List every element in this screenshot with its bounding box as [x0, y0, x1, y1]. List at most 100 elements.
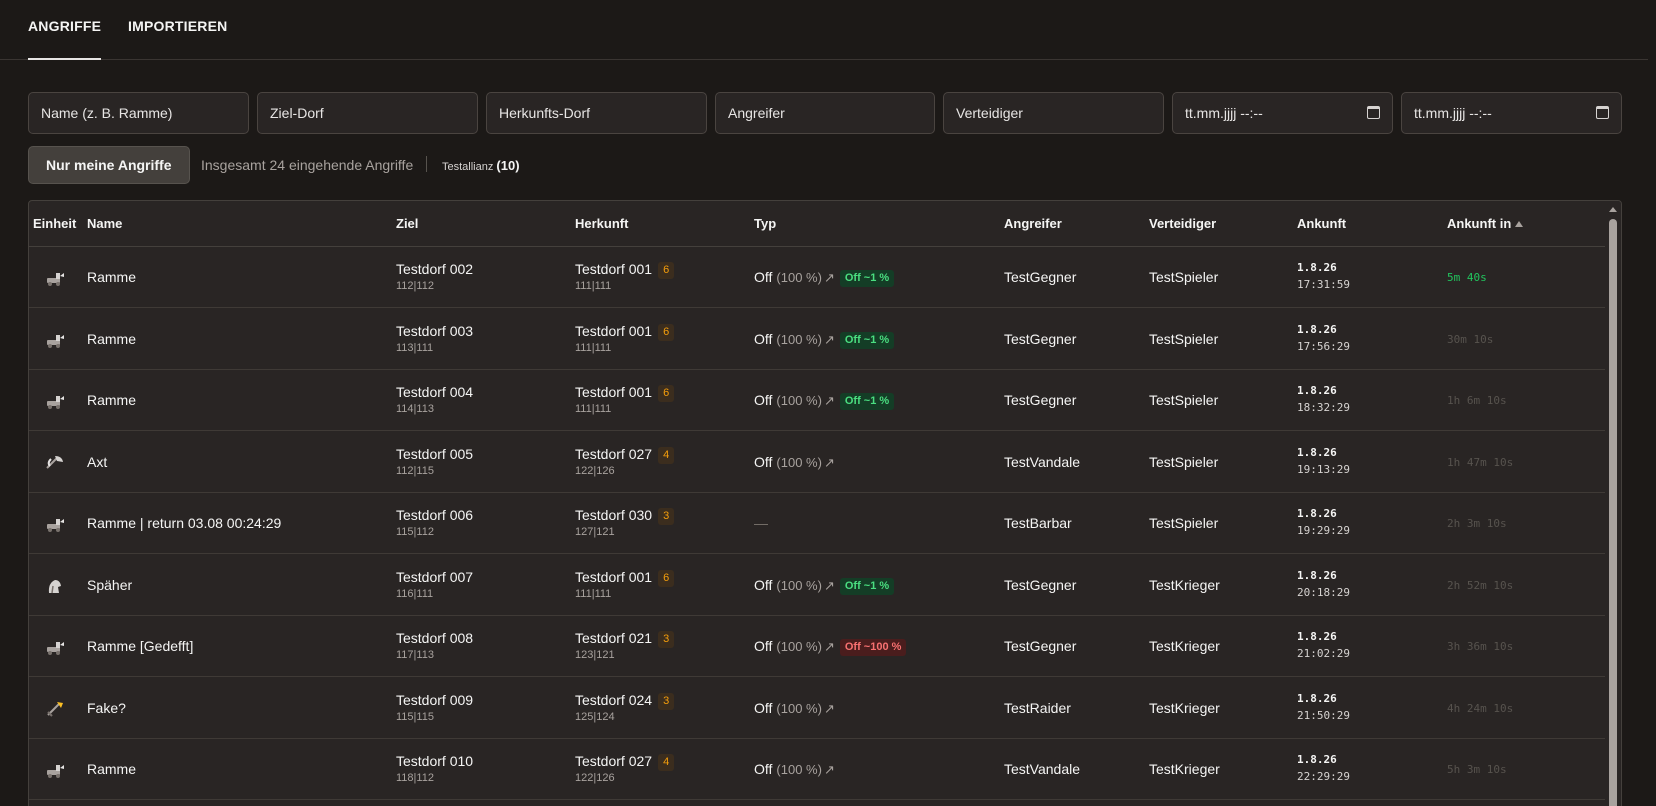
origin-village[interactable]: Testdorf 001 6 [575, 568, 675, 587]
filter-bar: Name (z. B. Ramme) Ziel-Dorf Herkunfts-D… [28, 92, 1622, 134]
col-target[interactable]: Ziel [396, 216, 418, 231]
table-row[interactable]: Ramme | return 03.08 00:24:29 Testdorf 00… [29, 493, 1605, 554]
target-coord: 114|113 [396, 403, 434, 415]
date-to-input[interactable]: tt.mm.jjjj --:-- [1401, 92, 1622, 134]
origin-village-filter-input[interactable]: Herkunfts-Dorf [486, 92, 707, 134]
external-link-icon[interactable]: ↗ [824, 393, 835, 408]
col-type[interactable]: Typ [754, 216, 776, 231]
external-link-icon[interactable]: ↗ [824, 578, 835, 593]
table-row[interactable]: Ramme Testdorf 004 114|113 Testdorf 001 6 111… [29, 370, 1605, 431]
arrival-countdown: 2h 52m 10s [1447, 578, 1514, 592]
table-scrollbar[interactable] [1605, 201, 1621, 806]
toolbar: Nur meine Angriffe Insgesamt 24 eingehen… [28, 146, 828, 184]
type-label: — [754, 515, 768, 531]
target-village[interactable]: Testdorf 010 [396, 753, 473, 769]
name-filter-input[interactable]: Name (z. B. Ramme) [28, 92, 249, 134]
target-village[interactable]: Testdorf 008 [396, 630, 473, 646]
target-village[interactable]: Testdorf 007 [396, 569, 473, 585]
table-row[interactable]: Axt Testdorf 005 112|115 Testdorf 027 4 122|1… [29, 432, 1605, 493]
attacker-name[interactable]: TestVandale [1004, 761, 1080, 777]
scroll-up-icon[interactable] [1609, 207, 1617, 212]
target-village[interactable]: Testdorf 002 [396, 261, 473, 277]
tab-attacks[interactable]: ANGRIFFE [28, 18, 102, 60]
attack-name: Späher [87, 576, 133, 593]
arrival-date: 1.8.26 [1297, 384, 1337, 397]
origin-coord: 127|121 [575, 526, 615, 538]
defender-name[interactable]: TestKrieger [1149, 577, 1220, 593]
arrival-countdown: 1h 6m 10s [1447, 394, 1507, 407]
table-row[interactable]: Ramme Testdorf 010 118|112 Testdorf 027 4 122… [29, 739, 1605, 800]
origin-village[interactable]: Testdorf 027 4 [575, 446, 675, 464]
col-arrival[interactable]: Ankunft [1297, 216, 1346, 231]
tab-import[interactable]: IMPORTIEREN [128, 18, 227, 34]
attacker-name[interactable]: TestGegner [1004, 577, 1076, 593]
origin-village-name: Testdorf 001 [575, 568, 653, 585]
origin-village[interactable]: Testdorf 027 4 [575, 753, 675, 771]
defender-name[interactable]: TestSpieler [1149, 454, 1218, 470]
type-label: Off [754, 761, 773, 777]
origin-village[interactable]: Testdorf 021 3 [575, 630, 675, 648]
arrival-time: 22:29:29 [1297, 770, 1350, 783]
attacker-name[interactable]: TestRaider [1004, 700, 1071, 716]
table-row[interactable]: Ramme Testdorf 003 113|111 Testdorf 001 6 111… [29, 309, 1605, 370]
col-attacker[interactable]: Angreifer [1004, 216, 1062, 231]
alliance-info: Testallianz (10) [442, 158, 520, 173]
origin-village[interactable]: Testdorf 001 6 [575, 261, 675, 279]
table-row[interactable]: Späher Testdorf 007 116|111 Testdorf 001 6 11… [29, 555, 1605, 616]
attacker-name[interactable]: TestGegner [1004, 331, 1076, 347]
axe-icon [44, 454, 66, 472]
my-attacks-button[interactable]: Nur meine Angriffe [28, 146, 190, 184]
external-link-icon[interactable]: ↗ [824, 762, 835, 777]
col-unit[interactable]: Einheit [33, 216, 76, 231]
target-village-filter-input[interactable]: Ziel-Dorf [257, 92, 478, 134]
table-row[interactable]: Ramme Testdorf 002 112|112 Testdorf 001 6 111… [29, 247, 1605, 308]
arrival-countdown: 30m 10s [1447, 332, 1494, 346]
col-name[interactable]: Name [87, 216, 122, 231]
target-village[interactable]: Testdorf 003 [396, 323, 473, 339]
attacker-name[interactable]: TestGegner [1004, 269, 1076, 285]
target-coord: 115|115 [396, 710, 434, 723]
origin-village[interactable]: Testdorf 030 3 [575, 507, 675, 525]
defender-name[interactable]: TestSpieler [1149, 331, 1218, 347]
defender-name[interactable]: TestSpieler [1149, 515, 1218, 531]
defender-filter-input[interactable]: Verteidiger [943, 92, 1164, 134]
attacker-name[interactable]: TestVandale [1004, 454, 1080, 470]
target-village[interactable]: Testdorf 005 [396, 446, 473, 462]
defender-name[interactable]: TestSpieler [1149, 269, 1218, 285]
col-defender[interactable]: Verteidiger [1149, 216, 1216, 231]
attacker-name[interactable]: TestGegner [1004, 638, 1076, 654]
origin-coord: 111|111 [575, 587, 612, 600]
calendar-icon[interactable] [1367, 106, 1380, 119]
page-scrollbar[interactable] [1648, 0, 1656, 806]
external-link-icon[interactable]: ↗ [824, 455, 835, 470]
scroll-thumb[interactable] [1609, 219, 1617, 806]
external-link-icon[interactable]: ↗ [824, 701, 835, 716]
attacker-name[interactable]: TestGegner [1004, 392, 1076, 408]
arrival-countdown: 1h 47m 10s [1447, 455, 1514, 469]
external-link-icon[interactable]: ↗ [824, 332, 835, 347]
date-to-placeholder: tt.mm.jjjj --:-- [1414, 105, 1492, 121]
defender-name[interactable]: TestKrieger [1149, 638, 1220, 654]
target-coord: 117|113 [396, 649, 434, 661]
date-from-placeholder: tt.mm.jjjj --:-- [1185, 105, 1263, 121]
external-link-icon[interactable]: ↗ [824, 639, 835, 654]
target-village[interactable]: Testdorf 006 [396, 507, 473, 523]
attacker-filter-input[interactable]: Angreifer [715, 92, 935, 134]
calendar-icon[interactable] [1596, 106, 1609, 119]
col-arrival-in[interactable]: Ankunft in [1447, 216, 1524, 231]
table-row[interactable]: Fake? Testdorf 009 115|115 Testdorf 024 3 125… [29, 678, 1605, 739]
defender-name[interactable]: TestKrieger [1149, 761, 1220, 777]
target-village[interactable]: Testdorf 009 [396, 692, 473, 708]
attacker-name[interactable]: TestBarbar [1004, 515, 1072, 531]
origin-village[interactable]: Testdorf 001 6 [575, 323, 675, 341]
col-origin[interactable]: Herkunft [575, 216, 628, 231]
type-label: Off [754, 453, 773, 470]
defender-name[interactable]: TestKrieger [1149, 700, 1220, 716]
date-from-input[interactable]: tt.mm.jjjj --:-- [1172, 92, 1393, 134]
table-row[interactable]: Ramme [Gedefft] Testdorf 008 117|113 Testdo… [29, 616, 1605, 677]
defender-name[interactable]: TestSpieler [1149, 392, 1218, 408]
external-link-icon[interactable]: ↗ [824, 270, 835, 285]
origin-village[interactable]: Testdorf 001 6 [575, 384, 675, 402]
origin-village[interactable]: Testdorf 024 3 [575, 692, 675, 710]
target-village[interactable]: Testdorf 004 [396, 384, 473, 400]
